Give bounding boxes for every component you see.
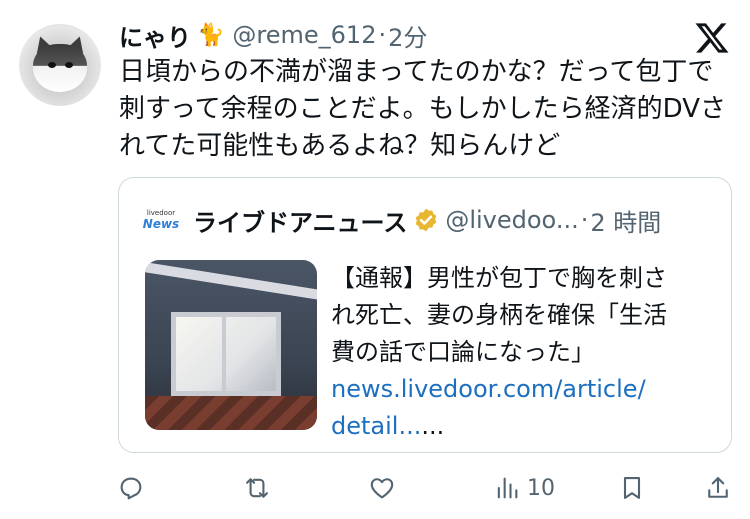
share-button[interactable] [704, 470, 732, 506]
verified-badge-icon [416, 208, 437, 232]
headline-line: れ死亡、妻の身柄を確保「生活 [331, 301, 667, 329]
article-link[interactable]: news.livedoor.com/article/ [331, 375, 646, 403]
like-button[interactable] [368, 470, 396, 506]
meta-separator: · [378, 21, 387, 49]
quoted-separator: · [580, 206, 589, 234]
action-bar: 10 [0, 466, 750, 510]
avatar-cat-eye-right [65, 62, 73, 68]
thumbnail-light-beam [145, 260, 317, 306]
thumbnail-roof [145, 396, 317, 430]
avatar-cat-eye-left [48, 62, 56, 68]
post-text-line: 日頃からの不満が溜まってたのかな？だって包丁で [119, 57, 714, 87]
like-icon [370, 478, 394, 499]
repost-icon [246, 478, 268, 498]
views-icon [497, 477, 518, 499]
link-trail: ... [421, 412, 445, 440]
post-body: 日頃からの不満が溜まってたのかな？だって包丁で 刺すって余程のことだよ。もしかし… [119, 54, 729, 165]
logo-main-text: News [142, 217, 180, 231]
x-logo-icon[interactable] [694, 20, 730, 56]
logo-small-text: livedoor [146, 209, 176, 217]
reply-button[interactable] [117, 470, 145, 506]
headline-line: 費の話で口論になった」 [331, 338, 595, 366]
quoted-post-text: 【通報】男性が包丁で胸を刺さ れ死亡、妻の身柄を確保「生活 費の話で口論になった… [331, 260, 721, 445]
quoted-post-header: livedoor News ライブドアニュース @livedoo... · 2 … [139, 202, 661, 238]
avatar[interactable] [19, 24, 101, 106]
share-icon [708, 477, 728, 498]
post-time[interactable]: 2分 [388, 18, 427, 53]
cat-emoji: 🐈 [197, 22, 225, 48]
article-thumbnail[interactable] [145, 260, 317, 430]
repost-button[interactable] [243, 470, 271, 506]
thumbnail-window [171, 312, 281, 396]
author-handle[interactable]: @reme_612 [232, 21, 376, 49]
quoted-handle[interactable]: @livedoo... [445, 206, 578, 234]
author-name[interactable]: にゃり [119, 18, 191, 53]
article-link-line[interactable]: detail...... [331, 408, 721, 445]
views-count: 10 [527, 475, 555, 501]
post-header: にゃり 🐈 @reme_612 · 2分 [119, 18, 427, 52]
livedoor-news-logo: livedoor News [139, 202, 183, 238]
headline-line: 【通報】男性が包丁で胸を刺さ [331, 264, 667, 292]
post-text-line: れてた可能性もあるよね？知らんけど [119, 131, 561, 161]
bookmark-icon [623, 477, 641, 499]
quoted-post-card[interactable]: livedoor News ライブドアニュース @livedoo... · 2 … [118, 177, 732, 453]
source-name[interactable]: ライブドアニュース [193, 203, 407, 238]
article-link[interactable]: detail... [331, 412, 421, 440]
post-text-line: 刺すって余程のことだよ。もしかしたら経済的DVさ [119, 94, 727, 124]
article-link-line[interactable]: news.livedoor.com/article/ [331, 371, 721, 408]
avatar-cat-face [33, 44, 87, 92]
reply-icon [120, 477, 142, 500]
views-button[interactable]: 10 [493, 470, 555, 506]
bookmark-button[interactable] [618, 470, 646, 506]
quoted-time[interactable]: 2 時間 [590, 203, 661, 238]
